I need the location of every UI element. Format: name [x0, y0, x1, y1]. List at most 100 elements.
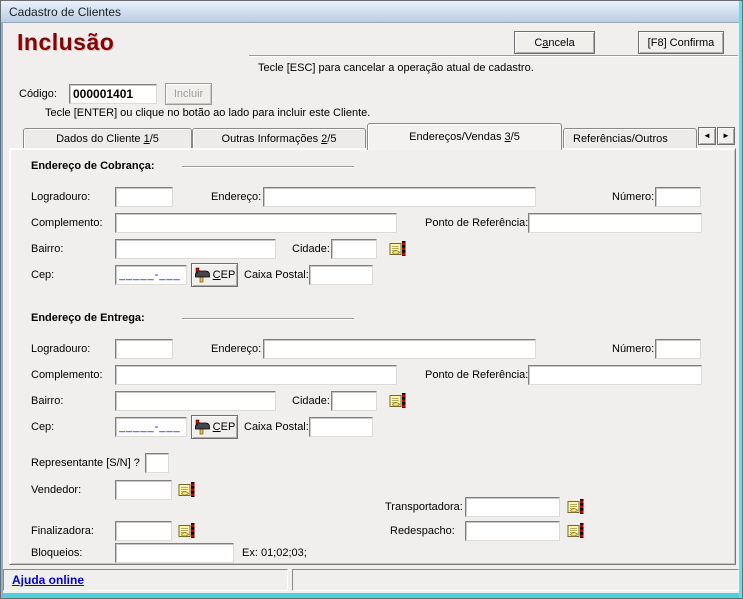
delivery-caixa-postal-label: Caixa Postal:	[244, 421, 309, 433]
delivery-cep-button[interactable]: CEP	[191, 415, 238, 439]
right-arrow-icon: ►	[722, 132, 730, 140]
tab-enderecos-label: Endereços/Vendas 3/5	[409, 131, 520, 143]
window-frame-left-edge	[1, 23, 3, 598]
billing-caixa-postal-input[interactable]	[309, 265, 373, 285]
delivery-numero-input[interactable]	[655, 339, 701, 359]
enter-hint: Tecle [ENTER] ou clique no botão ao lado…	[45, 107, 370, 119]
billing-bairro-input[interactable]	[115, 239, 276, 259]
billing-cep-button[interactable]: CEP	[191, 263, 238, 287]
lookup-icon	[567, 522, 585, 539]
transportadora-lookup-button[interactable]	[567, 498, 585, 515]
confirm-button[interactable]: [F8] Confirma	[638, 31, 724, 54]
tab-referencias-outros[interactable]: Referências/Outros	[563, 128, 697, 149]
delivery-cidade-label: Cidade:	[292, 395, 330, 407]
billing-cep-label: Cep:	[31, 269, 54, 281]
lookup-icon	[567, 498, 585, 515]
page-title: Inclusão	[17, 29, 114, 56]
delivery-numero-label: Número:	[612, 343, 654, 355]
incluir-button-label: Incluir	[174, 88, 203, 100]
incluir-button[interactable]: Incluir	[165, 83, 212, 105]
billing-ponto-referencia-input[interactable]	[528, 213, 702, 233]
help-link[interactable]: Ajuda online	[12, 573, 84, 587]
delivery-cep-label: Cep:	[31, 421, 54, 433]
billing-complemento-label: Complemento:	[31, 217, 103, 229]
delivery-endereco-input[interactable]	[263, 339, 536, 359]
codigo-label: Código:	[19, 88, 57, 100]
billing-bairro-label: Bairro:	[31, 243, 63, 255]
lookup-icon	[178, 481, 196, 498]
billing-cep-button-label: CEP	[213, 269, 236, 281]
representante-label: Representante [S/N] ?	[31, 457, 140, 469]
billing-endereco-label: Endereço:	[211, 191, 261, 203]
delivery-caixa-postal-input[interactable]	[309, 417, 373, 437]
redespacho-lookup-button[interactable]	[567, 522, 585, 539]
codigo-input[interactable]	[69, 84, 157, 104]
delivery-logradouro-label: Logradouro:	[31, 343, 90, 355]
billing-numero-input[interactable]	[655, 187, 701, 207]
tab-outras-informacoes[interactable]: Outras Informações 2/5	[192, 128, 366, 149]
billing-cep-input[interactable]	[115, 265, 187, 285]
delivery-section-title: Endereço de Entrega:	[31, 312, 145, 324]
vendedor-label: Vendedor:	[31, 484, 81, 496]
billing-complemento-input[interactable]	[115, 213, 397, 233]
billing-cidade-input[interactable]	[331, 239, 377, 259]
transportadora-input[interactable]	[465, 497, 560, 517]
billing-section-title: Endereço de Cobrança:	[31, 160, 154, 172]
vendedor-input[interactable]	[115, 480, 172, 500]
delivery-cep-button-label: CEP	[213, 421, 236, 433]
tab-referencias-label: Referências/Outros	[573, 133, 668, 145]
finalizadora-input[interactable]	[115, 521, 172, 541]
delivery-cidade-lookup-button[interactable]	[389, 392, 407, 409]
mailbox-icon	[194, 419, 211, 435]
billing-caixa-postal-label: Caixa Postal:	[244, 269, 309, 281]
left-arrow-icon: ◄	[703, 132, 711, 140]
finalizadora-label: Finalizadora:	[31, 525, 94, 537]
billing-endereco-input[interactable]	[263, 187, 536, 207]
window-frame-right-edge	[739, 1, 742, 598]
vendedor-lookup-button[interactable]	[178, 481, 196, 498]
bloqueios-input[interactable]	[115, 543, 234, 563]
delivery-bairro-label: Bairro:	[31, 395, 63, 407]
bloqueios-hint: Ex: 01;02;03;	[242, 547, 307, 559]
redespacho-label: Redespacho:	[390, 525, 455, 537]
delivery-endereco-label: Endereço:	[211, 343, 261, 355]
finalizadora-lookup-button[interactable]	[178, 522, 196, 539]
billing-cidade-lookup-button[interactable]	[389, 240, 407, 257]
billing-numero-label: Número:	[612, 191, 654, 203]
billing-ponto-referencia-label: Ponto de Referência:	[425, 217, 528, 229]
billing-logradouro-label: Logradouro:	[31, 191, 90, 203]
delivery-complemento-label: Complemento:	[31, 369, 103, 381]
transportadora-label: Transportadora:	[385, 501, 463, 513]
delivery-cidade-input[interactable]	[331, 391, 377, 411]
lookup-icon	[389, 240, 407, 257]
tab-dados-label: Dados do Cliente 1/5	[56, 133, 159, 145]
cancel-button[interactable]: Cancela	[514, 31, 595, 54]
delivery-ponto-referencia-label: Ponto de Referência:	[425, 369, 528, 381]
titlebar[interactable]: Cadastro de Clientes	[1, 1, 742, 23]
esc-hint: Tecle [ESC] para cancelar a operação atu…	[258, 62, 534, 74]
status-panel-left: Ajuda online	[3, 569, 288, 591]
tab-scroll-right-button[interactable]: ►	[717, 127, 735, 145]
confirm-button-label: [F8] Confirma	[648, 37, 715, 49]
delivery-bairro-input[interactable]	[115, 391, 276, 411]
header-separator	[249, 55, 738, 57]
mailbox-icon	[194, 267, 211, 283]
tab-enderecos-vendas[interactable]: Endereços/Vendas 3/5	[367, 123, 562, 150]
cancel-button-label: Cancela	[534, 37, 574, 49]
lookup-icon	[178, 522, 196, 539]
tab-scroll-left-button[interactable]: ◄	[698, 127, 716, 145]
redespacho-input[interactable]	[465, 521, 560, 541]
tab-outras-label: Outras Informações 2/5	[222, 133, 337, 145]
lookup-icon	[389, 392, 407, 409]
billing-section-line	[182, 166, 354, 168]
delivery-ponto-referencia-input[interactable]	[528, 365, 702, 385]
tab-dados-do-cliente[interactable]: Dados do Cliente 1/5	[23, 128, 192, 149]
delivery-complemento-input[interactable]	[115, 365, 397, 385]
bloqueios-label: Bloqueios:	[31, 547, 82, 559]
representante-input[interactable]	[145, 453, 169, 473]
billing-cidade-label: Cidade:	[292, 243, 330, 255]
delivery-logradouro-input[interactable]	[115, 339, 173, 359]
window-title: Cadastro de Clientes	[9, 5, 121, 19]
billing-logradouro-input[interactable]	[115, 187, 173, 207]
delivery-cep-input[interactable]	[115, 417, 187, 437]
